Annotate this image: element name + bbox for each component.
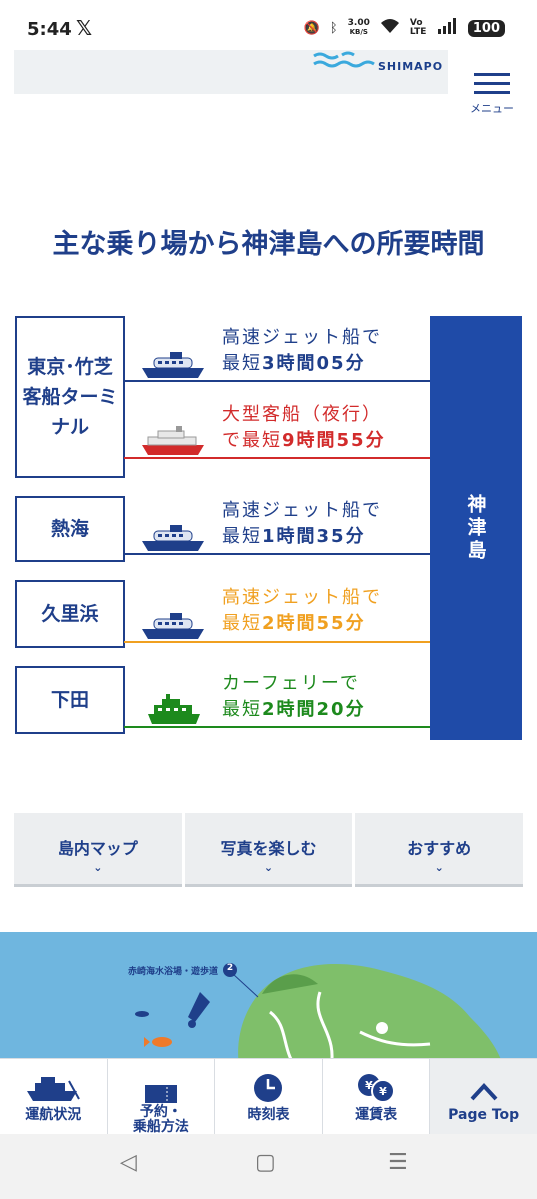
tab-island-map[interactable]: 島内マップ ⌄ [14,813,182,887]
nav-fare-table[interactable]: ¥ ¥ 運賃表 [323,1059,431,1135]
nav-page-top[interactable]: Page Top [430,1059,537,1135]
ship-icon [27,1077,81,1101]
hamburger-icon-bar [474,91,510,94]
mute-icon: 🔕 [303,20,320,36]
chevron-up-icon [470,1083,498,1101]
route-line [124,380,430,382]
route-time: 最短3時間05分 [222,353,366,374]
route-shimoda-ferry: カーフェリーで 最短2時間20分 [222,671,366,723]
origin-takeshiba: 東京･竹芝客船ターミナル [15,316,125,478]
jet-boat-icon [142,613,204,639]
recents-icon[interactable]: ☰ [388,1150,408,1175]
tab-label: おすすめ [407,839,472,858]
status-icons: 🔕 ᛒ 3.00 KB/S Vo LTE 100 [304,18,505,38]
route-line [124,553,430,555]
origin-label: 下田 [50,689,89,711]
menu-label: メニュー [470,102,514,115]
hamburger-icon [474,73,510,76]
tab-recommended[interactable]: おすすめ ⌄ [355,813,524,887]
status-time: 5:44 [27,19,72,40]
section-tabs: 島内マップ ⌄ 写真を楽しむ ⌄ おすすめ ⌄ [14,813,524,887]
car-ferry-icon [148,694,200,724]
diver-icon [188,992,210,1028]
origin-label: 久里浜 [41,603,99,625]
chevron-down-icon: ⌄ [93,861,103,874]
home-icon[interactable]: ▢ [255,1150,276,1175]
route-atami-jet: 高速ジェット船で 最短1時間35分 [222,498,382,550]
logo-waves-icon [313,51,375,68]
nav-label: 運賃表 [355,1107,398,1123]
route-mode: カーフェリーで [222,673,360,694]
route-time: で最短9時間55分 [222,430,386,451]
nav-label: 予約・ 乗船方法 [132,1104,189,1135]
nav-operation-status[interactable]: 運航状況 [0,1059,108,1135]
route-time: 最短2時間55分 [222,613,366,634]
route-takeshiba-jet: 高速ジェット船で 最短3時間05分 [222,325,382,377]
network-speed: 3.00 KB/S [347,18,370,37]
site-logo[interactable]: SHIMAPO [378,60,443,73]
nav-label: Page Top [448,1107,520,1123]
map-spot-label[interactable]: 赤崎海水浴場・遊歩道 [128,964,218,977]
jet-boat-icon [142,352,204,378]
route-takeshiba-large: 大型客船（夜行） で最短9時間55分 [222,402,386,454]
route-mode: 高速ジェット船で [222,327,382,348]
route-line [124,726,430,728]
origin-shimoda: 下田 [15,666,125,734]
chevron-down-icon: ⌄ [434,861,444,874]
tab-label: 写真を楽しむ [220,839,317,858]
wifi-icon [380,18,400,38]
tab-label: 島内マップ [57,839,138,858]
destination-label: 神津島 [464,493,487,563]
route-time: 最短1時間35分 [222,526,366,547]
nav-reservation[interactable]: 予約・ 乗船方法 [108,1059,216,1135]
island-map-illustration [135,963,505,1072]
volte-label: Vo LTE [409,18,427,37]
chevron-down-icon: ⌄ [263,861,274,874]
menu-button[interactable]: メニュー [468,68,516,118]
bluetooth-icon: ᛒ [329,20,338,36]
route-mode: 高速ジェット船で [222,587,382,608]
jet-boat-icon [142,525,204,551]
island-map[interactable]: 赤崎海水浴場・遊歩道 2 [0,932,537,1072]
bottom-nav: 運航状況 予約・ 乗船方法 時刻表 ¥ ¥ 運賃表 Page Top [0,1058,537,1135]
nav-label: 時刻表 [247,1107,290,1123]
battery-indicator: 100 [467,19,505,37]
origin-kurihama: 久里浜 [15,580,125,648]
x-logo-icon: 𝕏 [76,16,93,40]
hamburger-icon-bar [474,82,510,85]
route-time: 最短2時間20分 [222,699,366,720]
ticket-icon [144,1085,177,1103]
origin-label: 東京･竹芝客船ターミナル [22,356,118,438]
tab-photos[interactable]: 写真を楽しむ ⌄ [184,813,353,887]
route-mode: 大型客船（夜行） [222,404,382,425]
nav-label: 運航状況 [25,1107,82,1123]
yen-coins-icon: ¥ ¥ [358,1074,396,1103]
destination-kozushima: 神津島 [430,316,522,740]
nav-timetable[interactable]: 時刻表 [215,1059,323,1135]
origin-label: 熱海 [50,518,89,540]
map-spot-badge[interactable]: 2 [226,963,234,973]
route-line [124,457,430,459]
clock-icon [254,1074,283,1102]
origin-atami: 熱海 [15,496,125,562]
svg-text:¥: ¥ [365,1079,373,1092]
system-nav-bar: ◁ ▢ ☰ [0,1134,537,1199]
page-title: 主な乗り場から神津島への所要時間 [52,229,485,260]
svg-text:¥: ¥ [379,1085,387,1098]
route-kurihama-jet: 高速ジェット船で 最短2時間55分 [222,585,382,637]
route-mode: 高速ジェット船で [222,500,382,521]
large-ship-icon [142,426,204,455]
signal-icon [437,18,458,38]
back-icon[interactable]: ◁ [120,1150,137,1175]
route-line [124,641,430,643]
